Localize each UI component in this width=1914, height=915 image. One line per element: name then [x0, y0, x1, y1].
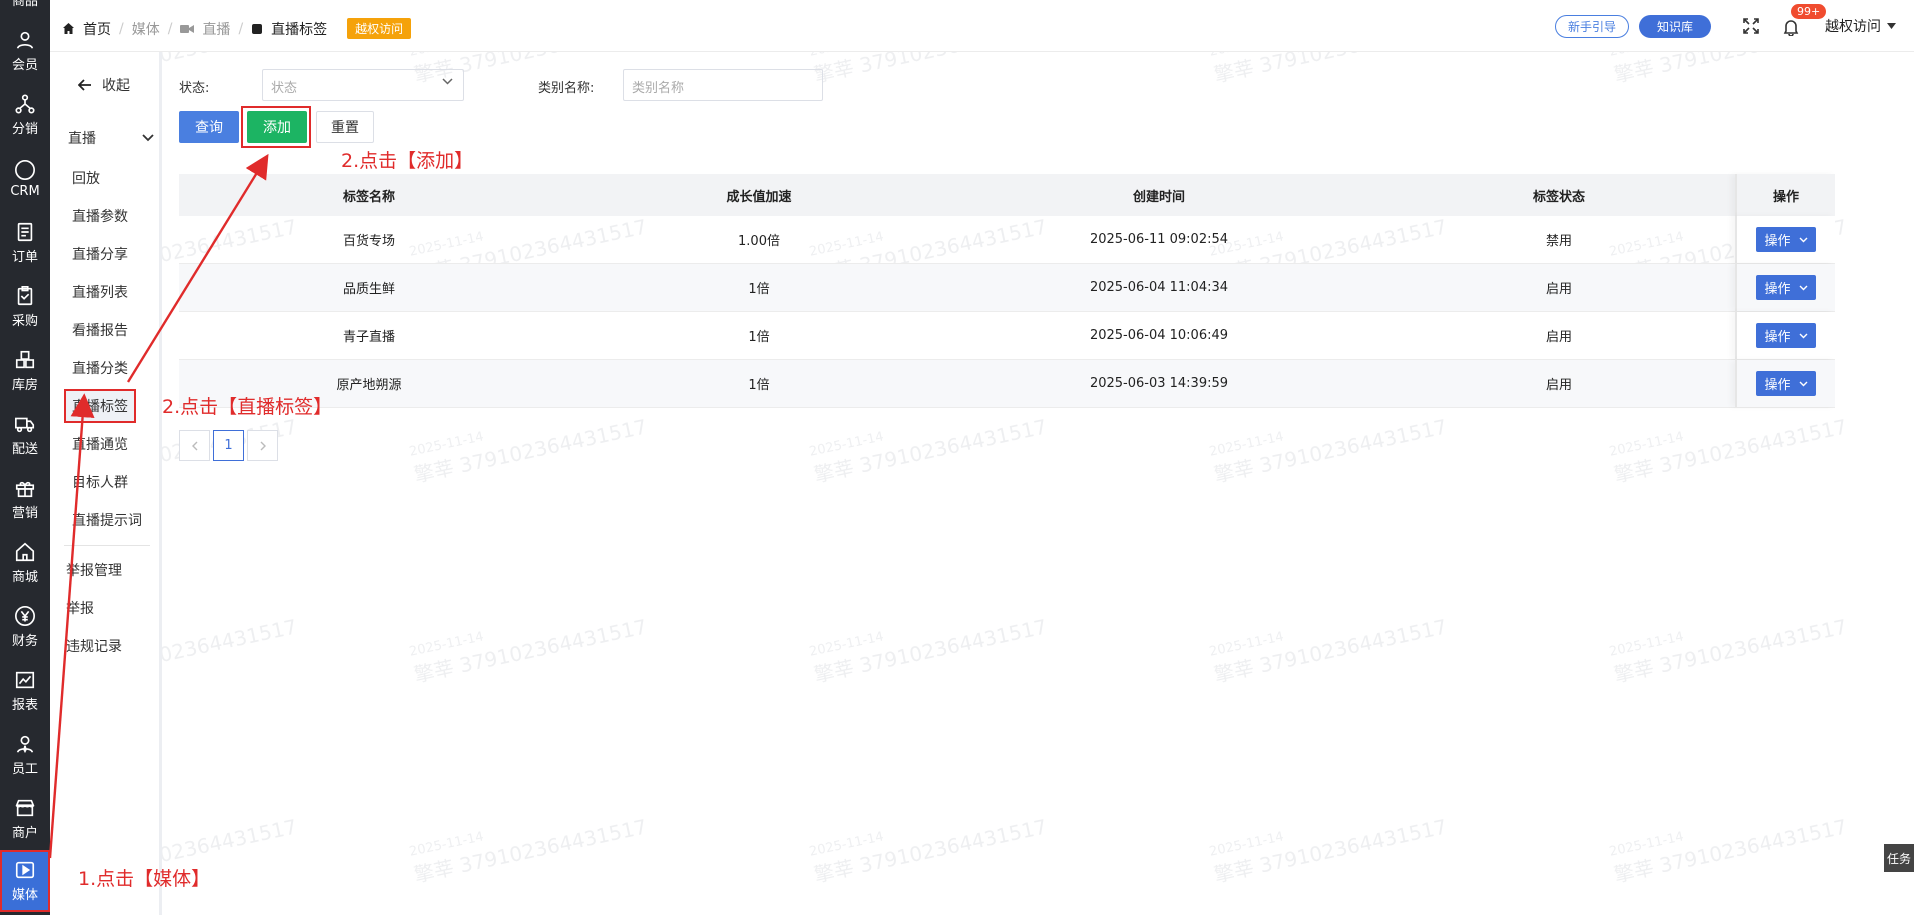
- annotation-step2-add: 2.点击【添加】: [341, 150, 474, 172]
- arrow-tags-to-add: [126, 153, 269, 383]
- annotation-arrows: [48, 153, 269, 859]
- annotation-step1: 1.点击【媒体】: [78, 868, 211, 890]
- app-root: 2025-11-14擎莘 3791023644315172025-11-14擎莘…: [0, 0, 1914, 915]
- task-tab[interactable]: 任务: [1884, 844, 1914, 872]
- arrow-media-to-tags: [48, 393, 95, 859]
- annotation-step2-tags: 2.点击【直播标签】: [162, 396, 333, 418]
